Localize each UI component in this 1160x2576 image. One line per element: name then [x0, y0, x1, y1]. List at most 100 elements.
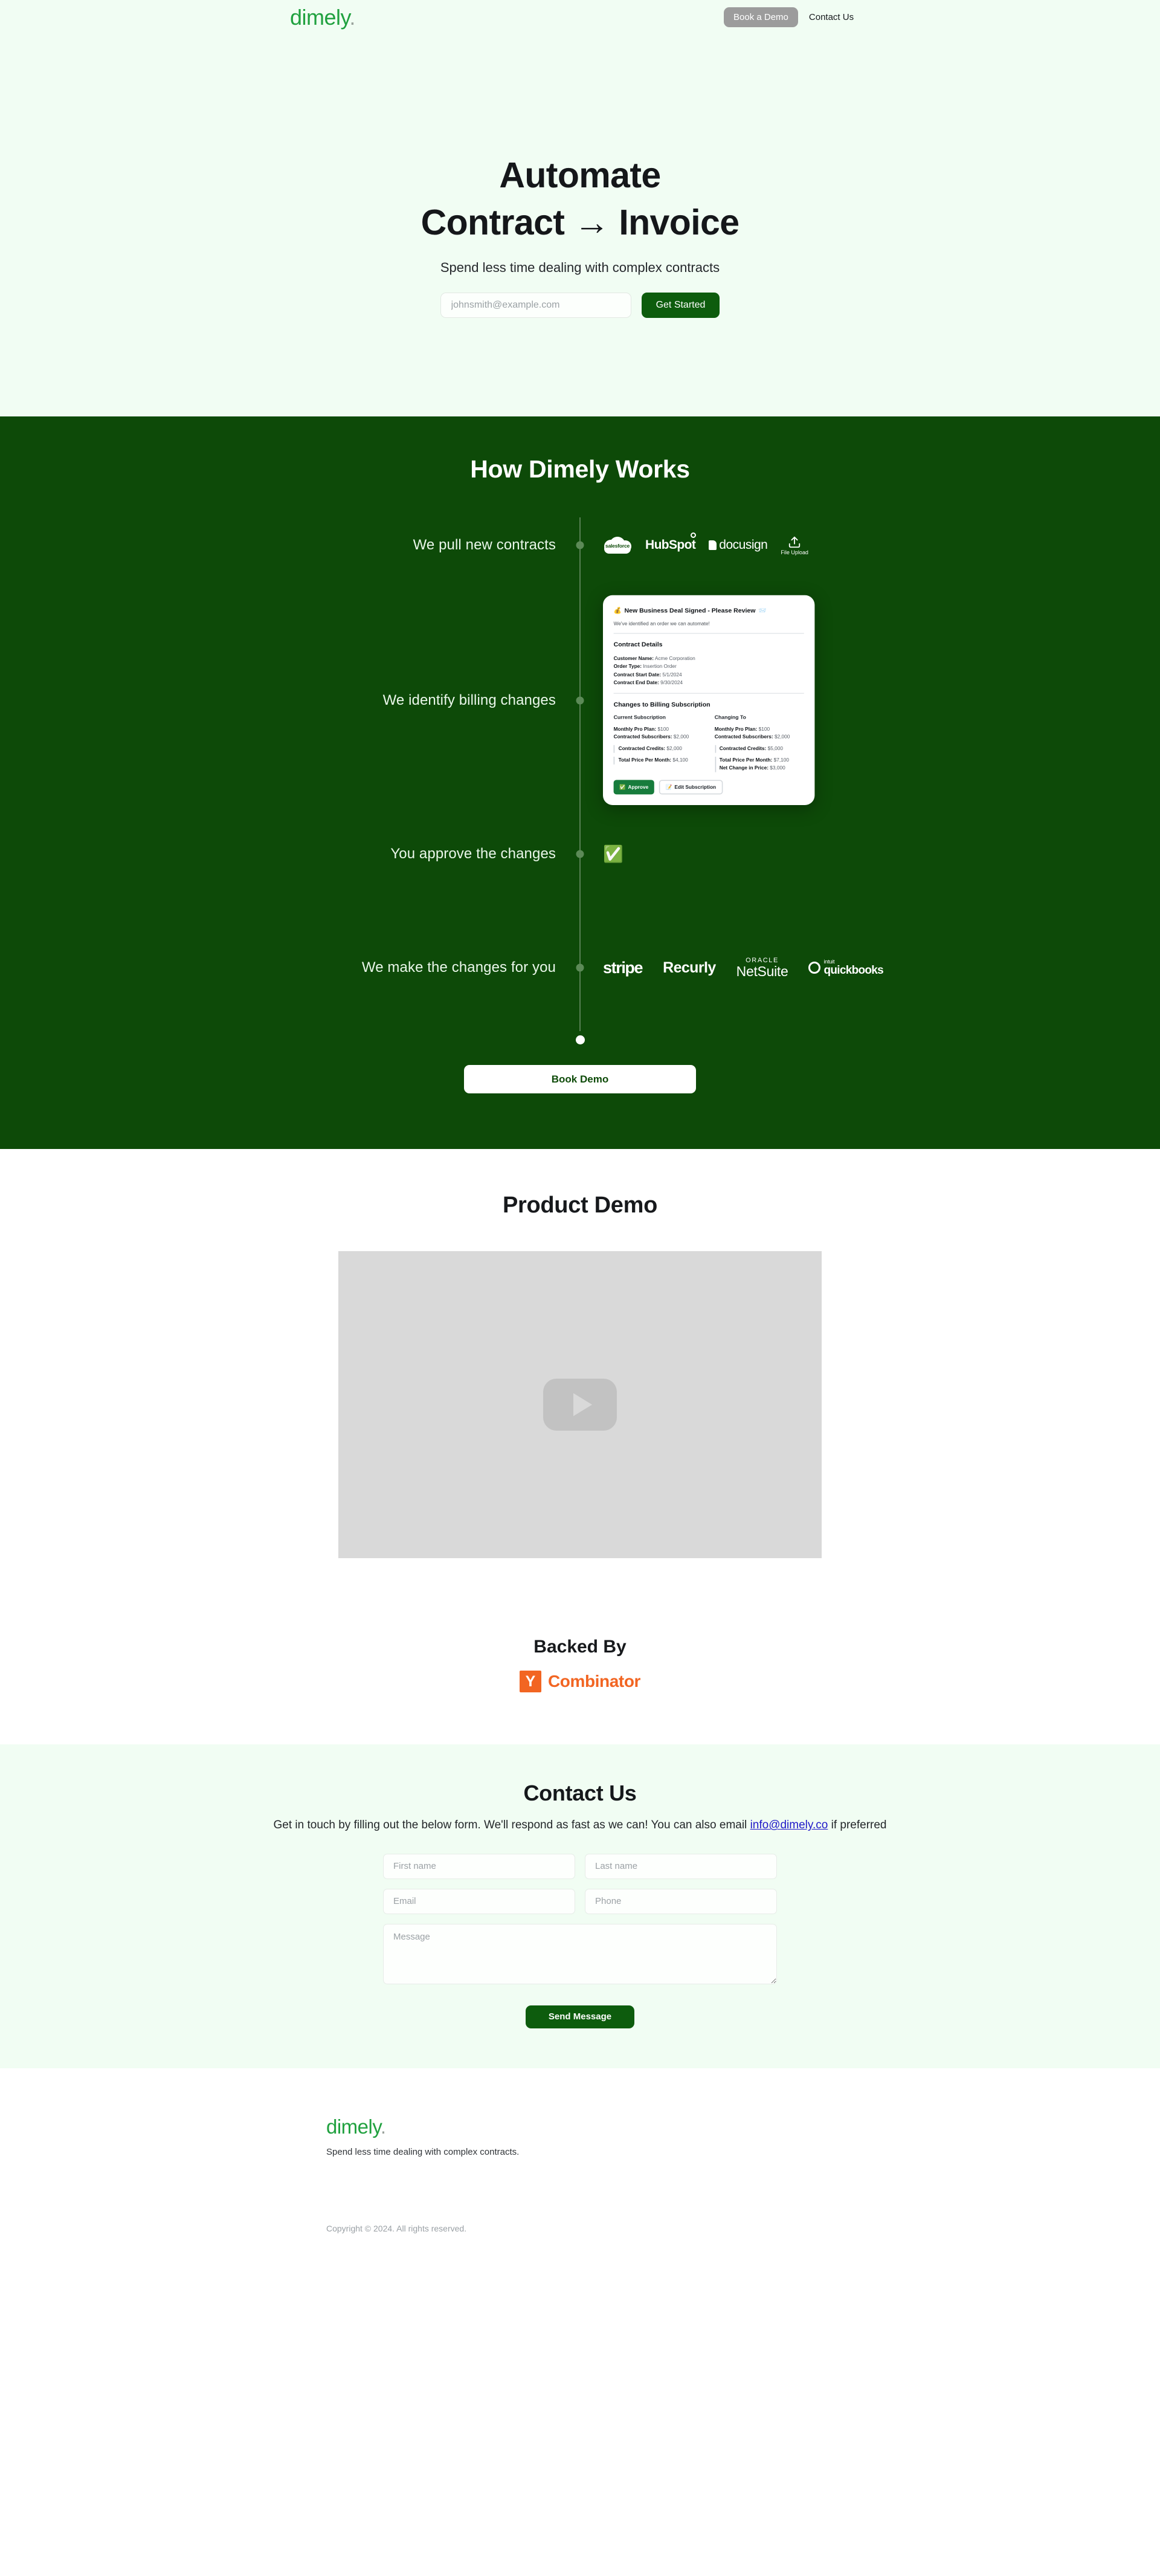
sub-line: Contracted Subscribers: $2,000	[614, 733, 703, 741]
hero-signup-form: Get Started	[0, 292, 1160, 318]
card-subtitle: We've identified an order we can automat…	[613, 621, 804, 635]
timeline: We pull new contracts salesforce HubSpot	[218, 484, 942, 1045]
hero-section: Automate Contract → Invoice Spend less t…	[0, 37, 1160, 416]
sub-key: Total Price Per Month:	[719, 757, 773, 764]
detail-value: 9/30/2024	[660, 680, 683, 687]
check-mark-icon: ✅	[619, 784, 626, 791]
hero-title-line1: Automate	[499, 155, 661, 195]
footer-brand-logo[interactable]: dimely.	[326, 2115, 1051, 2138]
docusign-icon: docusign	[709, 538, 768, 552]
sub-line: Monthly Pro Plan: $100	[614, 726, 703, 734]
card-title: 💰 New Business Deal Signed - Please Revi…	[614, 607, 804, 616]
sub-key: Contracted Credits:	[719, 746, 767, 752]
sub-value: $2,000	[673, 734, 689, 740]
netsuite-icon: ORACLE NetSuite	[736, 957, 788, 979]
card-divider	[613, 693, 804, 694]
contact-heading: Contact Us	[523, 1781, 637, 1806]
source-logo-row: salesforce HubSpot docusign File Upload	[603, 532, 808, 555]
message-textarea[interactable]	[383, 1923, 777, 1984]
demo-video-player[interactable]	[338, 1251, 822, 1559]
sub-key: Contracted Credits:	[618, 746, 666, 752]
footer-copyright: Copyright © 2024. All rights reserved.	[326, 2223, 467, 2233]
sub-key: Contracted Subscribers:	[613, 734, 672, 740]
timeline-step-label: You approve the changes	[390, 846, 556, 862]
email-input[interactable]	[383, 1888, 575, 1914]
hubspot-icon: HubSpot	[645, 532, 697, 552]
timeline-dot	[576, 963, 584, 972]
sub-quote: Contracted Credits: $2,000	[613, 745, 703, 753]
card-title-text: New Business Deal Signed - Please Review	[624, 607, 756, 615]
detail-key: Customer Name:	[613, 655, 654, 662]
contact-section: Contact Us Get in touch by filling out t…	[0, 1744, 1160, 2068]
column-title: Current Subscription	[613, 715, 666, 722]
timeline-dot	[576, 696, 584, 705]
detail-key: Contract End Date:	[613, 680, 659, 687]
first-name-input[interactable]	[383, 1853, 575, 1879]
send-message-button[interactable]: Send Message	[526, 2005, 634, 2028]
timeline-step-identify-changes: We identify billing changes 💰 New Busine…	[218, 595, 942, 806]
timeline-step-approve: You approve the changes ✅	[218, 826, 942, 882]
detail-row: Contract End Date: 9/30/2024	[614, 679, 804, 687]
timeline-step-label: We pull new contracts	[413, 537, 556, 553]
sub-value: $2,000	[666, 746, 682, 752]
timeline-step-content: ✅	[580, 846, 942, 862]
hubspot-logo-text: HubSpot	[645, 538, 696, 552]
brand-logo-dot: .	[349, 5, 355, 30]
contact-desc-part2: if preferred	[828, 1819, 887, 1832]
contact-description: Get in touch by filling out the below fo…	[0, 1817, 1160, 1834]
timeline-step-label: We make the changes for you	[361, 959, 556, 976]
card-edit-subscription-button[interactable]: 📝 Edit Subscription	[659, 780, 723, 795]
hero-title: Automate Contract → Invoice	[0, 152, 1160, 247]
sub-quote: Total Price Per Month: $4,100	[613, 757, 703, 765]
quickbooks-label: quickbooks	[823, 964, 884, 977]
sub-key: Net Change in Price:	[719, 765, 768, 772]
hero-email-input[interactable]	[440, 292, 631, 318]
timeline-dot	[576, 541, 584, 549]
hero-title-line2: Contract → Invoice	[420, 202, 740, 242]
timeline-step-content: 💰 New Business Deal Signed - Please Revi…	[580, 595, 942, 806]
sub-value: $4,100	[672, 757, 688, 764]
book-demo-button[interactable]: Book Demo	[464, 1065, 696, 1094]
how-it-works-heading: How Dimely Works	[470, 455, 690, 483]
footer-brand-text: dimely	[326, 2115, 381, 2138]
sub-quote: Total Price Per Month: $7,100 Net Change…	[714, 757, 804, 772]
last-name-input[interactable]	[585, 1853, 777, 1879]
footer-brand-dot: .	[380, 2115, 386, 2138]
contact-email-link[interactable]: info@dimely.co	[750, 1819, 828, 1831]
timeline-step-content: salesforce HubSpot docusign File Upload	[580, 532, 942, 555]
approve-check-icon: ✅	[603, 844, 624, 863]
ycombinator-name: Combinator	[547, 1672, 641, 1691]
contract-notification-card: 💰 New Business Deal Signed - Please Revi…	[603, 595, 815, 806]
sub-value: $7,100	[773, 757, 789, 764]
play-triangle-icon	[573, 1393, 592, 1417]
card-edit-label: Edit Subscription	[674, 784, 717, 791]
ycombinator-logo: Y Combinator	[0, 1671, 1160, 1693]
timeline-step-pull-contracts: We pull new contracts salesforce HubSpot	[218, 517, 942, 573]
docusign-mark-icon	[709, 540, 717, 550]
card-approve-button[interactable]: ✅ Approve	[613, 780, 654, 795]
book-demo-wrapper: Book Demo	[0, 1065, 1160, 1094]
sub-key: Contracted Subscribers:	[714, 734, 773, 740]
product-demo-heading: Product Demo	[502, 1193, 658, 1218]
sub-line: Monthly Pro Plan: $100	[715, 726, 804, 734]
footer: dimely. Spend less time dealing with com…	[0, 2068, 1160, 2270]
card-comparison: Current Subscription Monthly Pro Plan: $…	[613, 714, 804, 772]
nav-book-demo-button[interactable]: Book a Demo	[724, 7, 798, 27]
form-row-contact	[383, 1888, 777, 1914]
landing-page: dimely. Book a Demo Contact Us Automate …	[0, 0, 1160, 2270]
detail-key: Order Type:	[613, 664, 642, 670]
phone-input[interactable]	[585, 1888, 777, 1914]
brand-logo[interactable]: dimely.	[290, 5, 355, 30]
timeline-step-label: We identify billing changes	[382, 691, 556, 708]
salesforce-icon: salesforce	[603, 536, 632, 554]
nav-contact-us-link[interactable]: Contact Us	[809, 12, 854, 22]
card-details-heading: Contract Details	[613, 642, 663, 649]
card-details-list: Customer Name: Acme Corporation Order Ty…	[614, 655, 804, 687]
get-started-button[interactable]: Get Started	[641, 292, 720, 318]
how-it-works-section: How Dimely Works We pull new contracts s…	[0, 416, 1160, 1150]
hero-subtitle: Spend less time dealing with complex con…	[440, 259, 720, 275]
play-button[interactable]	[543, 1379, 617, 1431]
quickbooks-mark-icon	[808, 962, 821, 974]
salesforce-logo-text: salesforce	[605, 543, 630, 549]
netsuite-label: NetSuite	[736, 963, 788, 979]
